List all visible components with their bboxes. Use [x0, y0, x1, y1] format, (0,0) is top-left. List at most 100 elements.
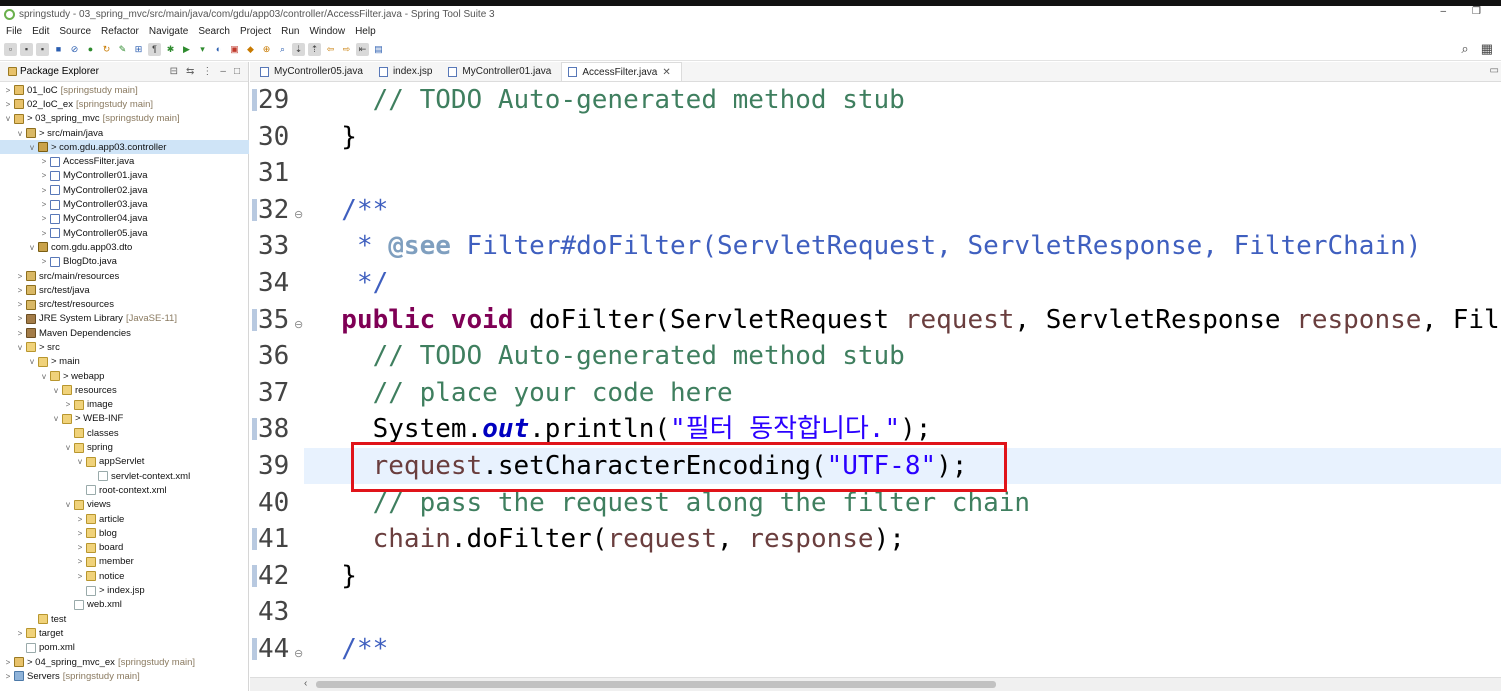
menu-item-navigate[interactable]: Navigate: [149, 26, 188, 37]
tree-item[interactable]: v > src/main/java: [0, 126, 249, 140]
tab-mycontroller05-java[interactable]: MyController05.java: [254, 62, 373, 81]
tree-item[interactable]: > notice: [0, 569, 249, 583]
tree-item[interactable]: v > WEB-INF: [0, 412, 249, 426]
scroll-thumb[interactable]: [316, 681, 996, 688]
expand-arrow-icon[interactable]: v: [16, 343, 24, 352]
collapse-arrow-icon[interactable]: >: [4, 86, 12, 95]
tree-item[interactable]: web.xml: [0, 598, 249, 612]
tree-item[interactable]: pom.xml: [0, 641, 249, 655]
annotation-prev-icon[interactable]: ⇡: [308, 43, 321, 56]
tree-item[interactable]: > target: [0, 626, 249, 640]
coverage-icon[interactable]: ◐: [212, 43, 225, 56]
terminal-icon[interactable]: ■: [52, 43, 65, 56]
expand-arrow-icon[interactable]: v: [28, 357, 36, 366]
collapse-arrow-icon[interactable]: >: [76, 529, 84, 538]
tree-item[interactable]: test: [0, 612, 249, 626]
debug-icon[interactable]: ✱: [164, 43, 177, 56]
menu-item-project[interactable]: Project: [240, 26, 271, 37]
pin-icon[interactable]: ✎: [116, 43, 129, 56]
scroll-left-icon[interactable]: ‹: [304, 678, 307, 689]
collapse-arrow-icon[interactable]: >: [76, 543, 84, 552]
collapse-arrow-icon[interactable]: >: [40, 157, 48, 166]
new-icon[interactable]: ▫: [4, 43, 17, 56]
collapse-arrow-icon[interactable]: >: [40, 171, 48, 180]
tree-item[interactable]: v views: [0, 498, 249, 512]
code-line[interactable]: /**: [310, 192, 388, 228]
collapse-arrow-icon[interactable]: >: [4, 672, 12, 681]
tree-item[interactable]: servlet-context.xml: [0, 469, 249, 483]
collapse-arrow-icon[interactable]: >: [16, 286, 24, 295]
code-line[interactable]: }: [310, 558, 357, 594]
run-dropdown-icon[interactable]: ▾: [196, 43, 209, 56]
expand-arrow-icon[interactable]: v: [52, 414, 60, 423]
expand-arrow-icon[interactable]: v: [28, 143, 36, 152]
tree-item[interactable]: > > 04_spring_mvc_ex [springstudy main]: [0, 655, 249, 669]
annotation-next-icon[interactable]: ⇣: [292, 43, 305, 56]
fold-toggle-icon[interactable]: ⊖: [294, 318, 303, 331]
new-class-icon[interactable]: ◆: [244, 43, 257, 56]
collapse-all-icon[interactable]: ⊟: [170, 66, 178, 77]
collapse-arrow-icon[interactable]: >: [4, 100, 12, 109]
tree-item[interactable]: > MyController04.java: [0, 212, 249, 226]
menu-item-file[interactable]: File: [6, 26, 22, 37]
tree-item[interactable]: > member: [0, 555, 249, 569]
tree-item[interactable]: > Servers [springstudy main]: [0, 669, 249, 683]
menu-item-window[interactable]: Window: [309, 26, 345, 37]
tree-item[interactable]: classes: [0, 426, 249, 440]
spring-boot-icon[interactable]: ●: [84, 43, 97, 56]
editor-view-menu-icon[interactable]: ▭: [1490, 65, 1499, 76]
code-line[interactable]: /**: [310, 631, 388, 667]
expand-arrow-icon[interactable]: v: [40, 372, 48, 381]
skip-breakpoints-icon[interactable]: ⊘: [68, 43, 81, 56]
tree-item[interactable]: > MyController03.java: [0, 197, 249, 211]
expand-arrow-icon[interactable]: v: [52, 386, 60, 395]
code-line[interactable]: // TODO Auto-generated method stub: [310, 82, 905, 118]
collapse-arrow-icon[interactable]: >: [40, 186, 48, 195]
back-icon[interactable]: ⇦: [324, 43, 337, 56]
expand-arrow-icon[interactable]: v: [4, 114, 12, 123]
quick-access-search-icon[interactable]: ⌕: [1461, 41, 1468, 57]
tree-item[interactable]: v resources: [0, 383, 249, 397]
collapse-arrow-icon[interactable]: >: [16, 272, 24, 281]
package-explorer-title[interactable]: Package Explorer: [20, 66, 99, 77]
expand-arrow-icon[interactable]: v: [64, 443, 72, 452]
tree-item[interactable]: v > src: [0, 340, 249, 354]
tree-item[interactable]: v > main: [0, 355, 249, 369]
code-line[interactable]: public void doFilter(ServletRequest requ…: [310, 302, 1499, 338]
menu-item-search[interactable]: Search: [198, 26, 230, 37]
collapse-arrow-icon[interactable]: >: [16, 629, 24, 638]
code-editor[interactable]: 29 30 31 32 ⊖ 33 34 35 ⊖ 36 37 38 39 40 41 42 43 44 ⊖ // T…: [250, 82, 1501, 677]
tree-item[interactable]: v > 03_spring_mvc [springstudy main]: [0, 112, 249, 126]
tab-accessfilter-java[interactable]: AccessFilter.java ✕: [561, 62, 682, 81]
tree-item[interactable]: v spring: [0, 440, 249, 454]
horizontal-scrollbar[interactable]: ‹: [250, 677, 1501, 691]
collapse-arrow-icon[interactable]: >: [64, 400, 72, 409]
save-icon[interactable]: ▪: [20, 43, 33, 56]
filter-icon[interactable]: ⋮: [202, 66, 212, 77]
code-line[interactable]: */: [310, 265, 388, 301]
show-whitespace-icon[interactable]: ¶: [148, 43, 161, 56]
fold-toggle-icon[interactable]: ⊖: [294, 647, 303, 660]
tree-item[interactable]: >02_IoC_ex [springstudy main]: [0, 97, 249, 111]
tree-item[interactable]: > src/test/java: [0, 283, 249, 297]
expand-arrow-icon[interactable]: v: [16, 129, 24, 138]
tree-item[interactable]: > Maven Dependencies: [0, 326, 249, 340]
close-tab-icon[interactable]: ✕: [662, 67, 670, 78]
run-icon[interactable]: ▶: [180, 43, 193, 56]
menu-item-help[interactable]: Help: [355, 26, 376, 37]
search-toolbar-icon[interactable]: ⌕: [276, 43, 289, 56]
code-line[interactable]: // TODO Auto-generated method stub: [310, 338, 905, 374]
tree-item[interactable]: root-context.xml: [0, 483, 249, 497]
refresh-icon[interactable]: ↻: [100, 43, 113, 56]
external-tools-icon[interactable]: ▣: [228, 43, 241, 56]
tree-item[interactable]: > src/main/resources: [0, 269, 249, 283]
code-line[interactable]: }: [310, 119, 357, 155]
open-perspective-icon[interactable]: ▦: [1481, 41, 1493, 57]
code-line[interactable]: // place your code here: [310, 375, 733, 411]
collapse-arrow-icon[interactable]: >: [76, 557, 84, 566]
tree-item[interactable]: > AccessFilter.java: [0, 154, 249, 168]
expand-arrow-icon[interactable]: v: [64, 500, 72, 509]
perspective-icon[interactable]: ▤: [372, 43, 385, 56]
menu-item-refactor[interactable]: Refactor: [101, 26, 139, 37]
fold-toggle-icon[interactable]: ⊖: [294, 208, 303, 221]
